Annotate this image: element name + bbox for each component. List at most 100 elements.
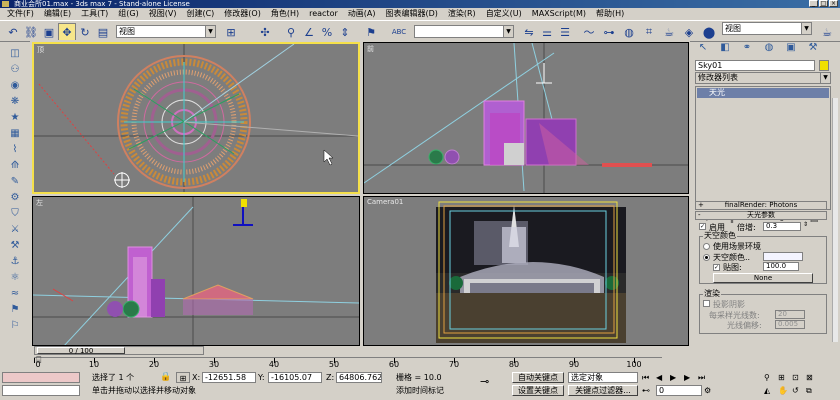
set-key-icon[interactable]: ⊸ <box>480 376 504 387</box>
close-button[interactable]: × <box>829 0 838 7</box>
menu-edit[interactable]: 编辑(E) <box>39 8 76 20</box>
patch-grids-icon[interactable]: ▦ <box>6 128 24 142</box>
menu-views[interactable]: 视图(V) <box>144 8 182 20</box>
viewport-front[interactable]: 前 <box>363 42 689 194</box>
maximize-viewport-icon[interactable]: ⧉ <box>806 385 818 396</box>
maxscript-listener-output[interactable] <box>2 385 80 396</box>
maxscript-listener-mini[interactable] <box>2 372 80 383</box>
time-slider-thumb[interactable]: 0 / 100 <box>37 347 125 355</box>
key-filters-button[interactable]: 关键点过滤器... <box>568 385 638 396</box>
menu-reactor[interactable]: reactor <box>304 8 343 20</box>
enable-checkbox[interactable]: ✓ <box>699 223 706 230</box>
menu-character[interactable]: 角色(H) <box>266 8 304 20</box>
modifier-stack[interactable]: 天光 <box>695 86 831 210</box>
nurbs-icon[interactable]: ⌇ <box>6 144 24 158</box>
zoom-extents-icon[interactable]: ⊡ <box>792 372 804 383</box>
menu-file[interactable]: 文件(F) <box>2 8 39 20</box>
menu-modifiers[interactable]: 修改器(O) <box>219 8 266 20</box>
schematic-view-icon[interactable]: ⊶ <box>600 23 618 41</box>
select-scale-icon[interactable]: ▤ <box>94 23 112 41</box>
select-object-icon[interactable]: ▣ <box>40 23 58 41</box>
modify-tab-icon[interactable]: ◧ <box>715 42 735 58</box>
material-editor-icon[interactable]: ◍ <box>620 23 638 41</box>
select-rotate-icon[interactable]: ↻ <box>76 23 94 41</box>
viewport-left[interactable]: 左 <box>32 196 360 346</box>
render-scene-icon[interactable]: ⌗ <box>640 23 658 41</box>
z-coordinate-field[interactable]: 64806.762 <box>336 372 382 383</box>
menu-graph-editors[interactable]: 图表编辑器(D) <box>380 8 442 20</box>
utilities-tab-icon[interactable]: ⚒ <box>803 42 823 58</box>
bones-icon[interactable]: ⚒ <box>6 240 24 254</box>
goto-end-icon[interactable]: ⏭ <box>698 372 710 383</box>
pivot-center-icon[interactable]: ⊞ <box>222 23 240 41</box>
hierarchy-tab-icon[interactable]: ⚭ <box>737 42 757 58</box>
sky-color-swatch[interactable] <box>763 252 803 261</box>
zoom-icon[interactable]: ⚲ <box>764 372 776 383</box>
zoom-all-icon[interactable]: ⊞ <box>778 372 790 383</box>
menu-animation[interactable]: 动画(A) <box>343 8 381 20</box>
modifiers-icon[interactable]: ⚙ <box>6 192 24 206</box>
field-of-view-icon[interactable]: ◭ <box>764 385 776 396</box>
current-frame-field[interactable]: 0 <box>656 385 702 396</box>
menu-help[interactable]: 帮助(H) <box>591 8 629 20</box>
viewport-top[interactable]: 顶 <box>32 42 360 194</box>
render-type-icon[interactable]: ◈ <box>680 23 698 41</box>
reference-coord-combo[interactable]: 视图 ▼ <box>116 25 216 38</box>
compound-icon[interactable]: ◉ <box>6 80 24 94</box>
align-icon[interactable]: ⚌ <box>538 23 556 41</box>
curve-editor-icon[interactable]: 〜 <box>580 23 598 41</box>
camera-icon[interactable]: ⛉ <box>6 208 24 222</box>
helpers-icon[interactable]: ✎ <box>6 176 24 190</box>
stack-item-skylight[interactable]: 天光 <box>697 88 829 98</box>
layer-manager-icon[interactable]: ☰ <box>556 23 574 41</box>
zoom-extents-all-icon[interactable]: ⊠ <box>806 372 818 383</box>
wave-icon[interactable]: ≈ <box>6 288 24 302</box>
add-time-tag[interactable]: 添加时间标记 <box>396 385 466 396</box>
auto-key-button[interactable]: 自动关键点 <box>512 372 564 383</box>
motion-tab-icon[interactable]: ◍ <box>759 42 779 58</box>
extra-tools-icon[interactable]: ⚐ <box>6 320 24 334</box>
menu-tools[interactable]: 工具(T) <box>76 8 113 20</box>
map-checkbox[interactable]: ✓ <box>713 264 720 271</box>
object-color-swatch[interactable] <box>819 60 829 71</box>
abc-icon[interactable]: ABC <box>390 23 408 41</box>
undo-icon[interactable]: ↶ <box>4 23 22 41</box>
maximize-button[interactable]: □ <box>819 0 828 7</box>
key-mode-combo[interactable]: 选定对象 <box>568 372 638 383</box>
goto-start-icon[interactable]: ⏮ <box>642 372 654 383</box>
time-slider[interactable]: 0 / 100 <box>34 346 204 355</box>
track-bar-icon[interactable]: ⌸ <box>36 356 52 368</box>
menu-create[interactable]: 创建(C) <box>181 8 219 20</box>
objects-icon[interactable]: ◫ <box>6 48 24 62</box>
named-selection-icon[interactable]: ⚑ <box>362 23 380 41</box>
key-mode-toggle-icon[interactable]: ⊷ <box>642 385 654 396</box>
quick-render-teapot-icon[interactable]: ☕ <box>818 23 836 41</box>
lights-icon[interactable]: ★ <box>6 112 24 126</box>
modifier-list-dropdown[interactable]: 修改器列表 ▼ <box>695 72 831 84</box>
previous-frame-icon[interactable]: ◀ <box>656 372 668 383</box>
menu-group[interactable]: 组(G) <box>113 8 143 20</box>
select-move-icon[interactable]: ✥ <box>58 23 76 41</box>
absolute-mode-icon[interactable]: ⊞ <box>176 372 190 383</box>
select-manipulate-icon[interactable]: ✣ <box>256 23 274 41</box>
quick-render-icon[interactable]: ☕ <box>660 23 678 41</box>
cast-shadows-checkbox[interactable] <box>703 300 710 307</box>
space-warps-icon[interactable]: ⚔ <box>6 224 24 238</box>
render-type-combo[interactable]: 视图 ▼ <box>722 22 812 35</box>
spinner-snap-icon[interactable]: ⇕ <box>336 23 354 41</box>
pan-icon[interactable]: ✋ <box>778 385 790 396</box>
select-link-icon[interactable]: ⛓ <box>22 23 40 41</box>
orbit-icon[interactable]: ↺ <box>792 385 804 396</box>
map-none-button[interactable]: None <box>713 273 813 283</box>
minimize-button[interactable]: _ <box>809 0 818 7</box>
play-icon[interactable]: ▶ <box>670 372 682 383</box>
systems-icon[interactable]: ⚓ <box>6 256 24 270</box>
create-tab-icon[interactable]: ↖ <box>693 42 713 58</box>
object-name-field[interactable]: Sky01 <box>695 60 815 71</box>
y-coordinate-field[interactable]: -16105.07 <box>268 372 322 383</box>
snap-3d-icon[interactable]: ⚲ <box>282 23 300 41</box>
ray-bias-spinner[interactable]: 0.005 <box>775 320 805 329</box>
dynamics-icon[interactable]: ⟰ <box>6 160 24 174</box>
use-env-radio[interactable] <box>703 243 710 250</box>
render-last-icon[interactable]: ⬤ <box>700 23 718 41</box>
